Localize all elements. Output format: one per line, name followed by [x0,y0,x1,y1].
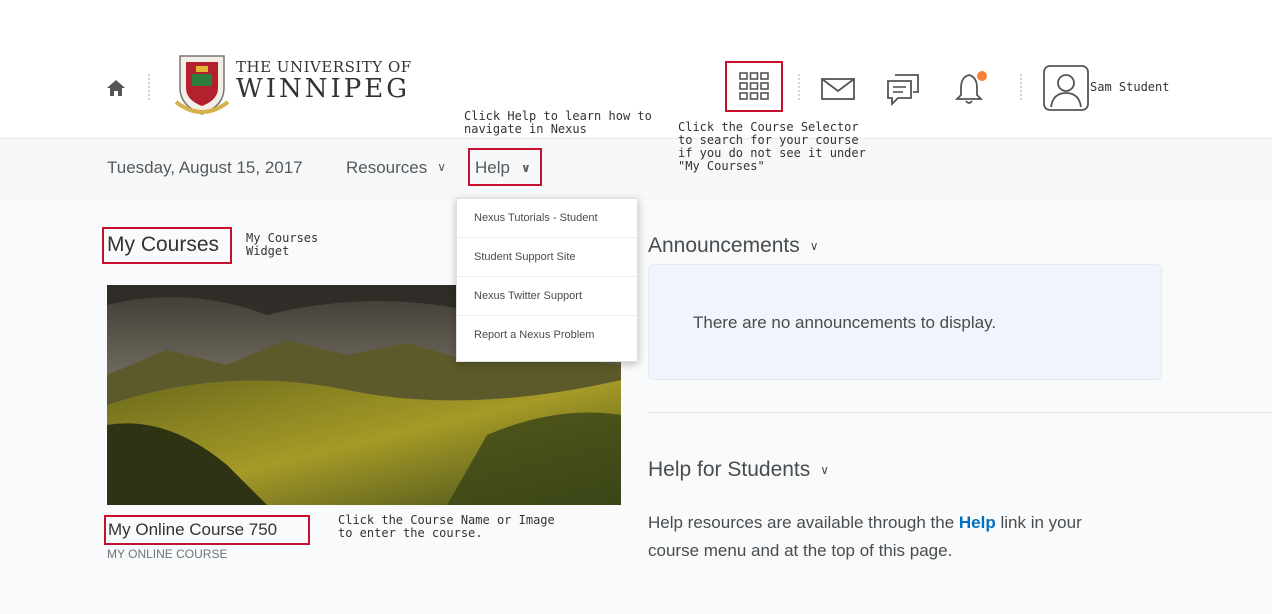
user-name[interactable]: Sam Student [1090,80,1169,94]
section-divider [648,412,1272,413]
help-label: Help [475,158,510,177]
my-courses-title-text: My Courses [107,233,220,256]
current-date: Tuesday, August 15, 2017 [107,158,303,177]
help-for-students-title-text: Help for Students [648,458,811,481]
help-annotation: Click Help to learn how to navigate in N… [464,109,652,136]
menu-item-report-problem[interactable]: Report a Nexus Problem [457,316,637,354]
course-name-link[interactable]: My Online Course 750 [104,515,310,545]
course-annotation: Click the Course Name or Image to enter … [338,513,555,540]
help-dropdown-menu: Nexus Tutorials - Student Student Suppor… [456,198,638,362]
menu-item-twitter-support[interactable]: Nexus Twitter Support [457,277,637,316]
announcements-box: There are no announcements to display. [648,264,1162,380]
email-icon[interactable] [820,77,856,101]
resources-menu[interactable]: Resources ∨ [346,158,446,178]
notification-bell-icon[interactable] [954,70,988,106]
header-divider [148,74,150,100]
menu-item-nexus-tutorials[interactable]: Nexus Tutorials - Student [457,199,637,238]
message-alerts-icon[interactable] [885,72,921,107]
help-text-part: Help resources are available through the [648,513,959,532]
chevron-down-icon: ∨ [437,160,447,174]
announcements-title[interactable]: Announcements ∨ [648,234,819,258]
chevron-down-icon: ∨ [820,463,830,477]
university-crest-logo[interactable] [172,52,232,118]
course-selector-button[interactable] [725,61,783,112]
grid-icon [739,72,769,100]
widget-annotation: My Courses Widget [246,231,319,258]
header-divider [798,74,800,100]
user-avatar[interactable] [1043,65,1089,111]
course-selector-annotation: Click the Course Selector to search for … [678,120,866,173]
announcements-title-text: Announcements [648,234,800,257]
menu-item-student-support[interactable]: Student Support Site [457,238,637,277]
course-code: MY ONLINE COURSE [107,547,228,561]
announcements-empty-text: There are no announcements to display. [693,313,997,332]
chevron-down-icon: ∨ [809,239,819,253]
university-name-line2: WINNIPEG [236,74,411,104]
help-menu-button[interactable]: Help ∨ [468,148,542,186]
header-divider [1020,74,1022,100]
course-name-text: My Online Course 750 [108,520,278,539]
help-text-line2: course menu and at the top of this page. [648,541,953,560]
help-for-students-title[interactable]: Help for Students ∨ [648,458,829,482]
my-courses-title: My Courses [102,227,232,264]
resources-label: Resources [346,158,428,177]
help-students-text: Help resources are available through the… [648,509,1248,565]
chevron-down-icon: ∨ [521,161,531,175]
help-link[interactable]: Help [959,513,996,532]
help-text-part: link in your [995,513,1082,532]
home-icon[interactable] [106,78,126,98]
